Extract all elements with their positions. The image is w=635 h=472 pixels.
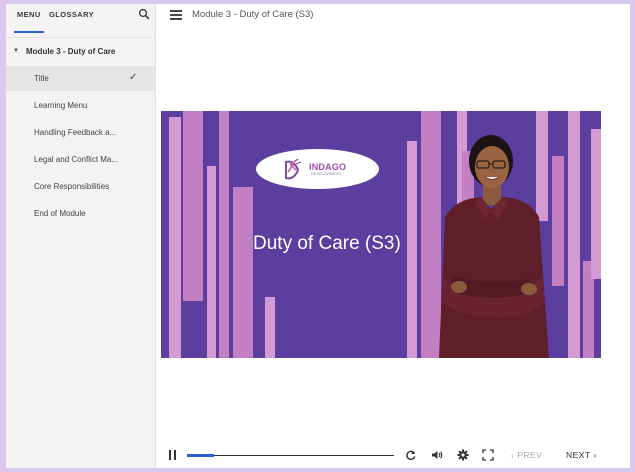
decor-bar <box>407 141 417 358</box>
sidebar-item-label: End of Module <box>34 209 86 218</box>
next-button[interactable]: NEXT › <box>566 450 597 460</box>
settings-icon[interactable] <box>457 449 469 461</box>
pause-icon[interactable] <box>169 450 177 460</box>
slide-canvas: INDAGO DEVELOPMENT Duty of Care (S3) <box>161 111 601 358</box>
prev-button[interactable]: ‹ PREV <box>511 450 542 460</box>
slide-title: Duty of Care (S3) <box>253 233 401 254</box>
tab-glossary[interactable]: GLOSSARY <box>49 10 94 19</box>
module-title: Module 3 - Duty of Care <box>26 47 116 56</box>
sidebar-item-label: Title <box>34 74 49 83</box>
decor-bar <box>233 187 253 358</box>
decor-bar <box>183 111 203 301</box>
sidebar-item-label: Learning Menu <box>34 101 88 110</box>
prev-label: PREV <box>517 450 543 460</box>
decor-bar <box>265 297 275 358</box>
decor-bar <box>169 117 181 358</box>
search-icon[interactable] <box>138 8 150 20</box>
sidebar-item-label: Core Responsibilities <box>34 182 110 191</box>
tab-menu[interactable]: MENU <box>17 10 41 19</box>
sidebar-item-handling-feedback[interactable]: Handling Feedback a... <box>6 120 155 145</box>
progress-fill <box>187 454 214 457</box>
logo-mark-icon <box>285 158 302 180</box>
sidebar-item-title[interactable]: Title ✓ <box>6 66 155 91</box>
indago-logo: INDAGO DEVELOPMENT <box>256 149 379 189</box>
sidebar-tabs: MENU GLOSSARY <box>6 4 155 36</box>
decor-bar <box>591 129 601 279</box>
sidebar-item-label: Handling Feedback a... <box>34 128 117 137</box>
chevron-right-icon: › <box>593 450 597 460</box>
caret-down-icon: ▼ <box>13 48 19 54</box>
replay-icon[interactable] <box>405 449 417 461</box>
page-title: Module 3 - Duty of Care (S3) <box>192 9 314 20</box>
fullscreen-icon[interactable] <box>482 449 494 461</box>
player-controls: ‹ PREV NEXT › <box>161 442 630 468</box>
active-tab-indicator <box>14 31 44 33</box>
progress-bar[interactable] <box>187 454 394 457</box>
sidebar-item-end-of-module[interactable]: End of Module <box>6 201 155 226</box>
sidebar-item-learning-menu[interactable]: Learning Menu <box>6 93 155 118</box>
decor-bar <box>219 111 229 358</box>
presenter-image <box>439 135 549 358</box>
module-header[interactable]: ▼ Module 3 - Duty of Care <box>6 42 155 62</box>
logo-wordmark: INDAGO <box>309 162 347 172</box>
volume-icon[interactable] <box>431 449 443 461</box>
sidebar-item-legal-conflict[interactable]: Legal and Conflict Ma... <box>6 147 155 172</box>
check-icon: ✓ <box>129 72 138 83</box>
sidebar-item-label: Legal and Conflict Ma... <box>34 155 119 164</box>
player-window: MENU GLOSSARY ▼ Module 3 - Duty of Care … <box>6 4 630 468</box>
sidebar: MENU GLOSSARY ▼ Module 3 - Duty of Care … <box>6 4 156 468</box>
logo-tagline: DEVELOPMENT <box>311 172 342 176</box>
decor-bar <box>207 166 216 358</box>
next-label: NEXT <box>566 450 591 460</box>
hamburger-menu-icon[interactable] <box>170 10 182 20</box>
chevron-left-icon: ‹ <box>511 450 515 460</box>
sidebar-divider <box>6 37 155 38</box>
sidebar-item-core-responsibilities[interactable]: Core Responsibilities <box>6 174 155 199</box>
